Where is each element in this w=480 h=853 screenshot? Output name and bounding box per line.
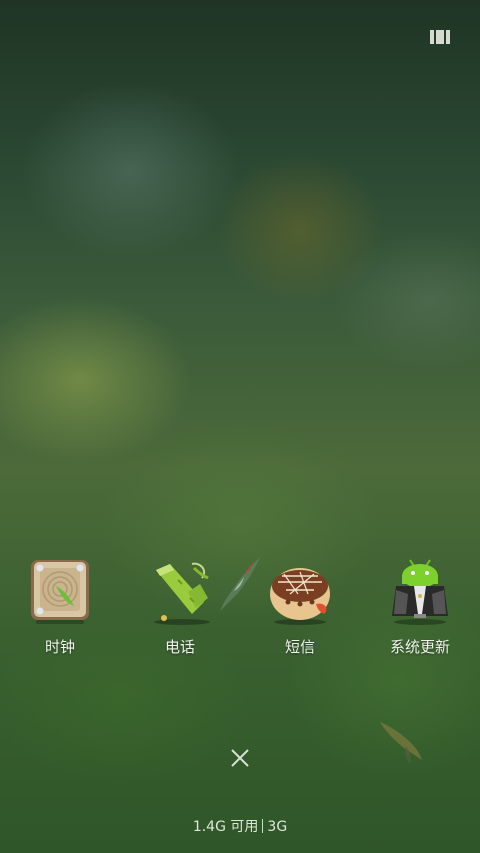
app-label: 短信 (284, 638, 315, 656)
messages-icon (264, 556, 336, 628)
memory-available: 1.4G 可用 (192, 819, 259, 835)
clock-icon (24, 556, 96, 628)
recent-bar (436, 30, 444, 44)
recent-bar (430, 30, 434, 44)
app-system-update[interactable]: 系统更新 (370, 556, 470, 657)
app-label: 电话 (164, 638, 195, 656)
app-clock[interactable]: 时钟 (10, 556, 110, 657)
recent-apps-row: 时钟 电话 短信 系统更新 (0, 556, 480, 666)
app-label: 时钟 (44, 638, 75, 656)
memory-separator (262, 819, 264, 833)
memory-status: 1.4G 可用 3G (0, 816, 480, 836)
app-messages[interactable]: 短信 (250, 556, 350, 657)
app-label: 系统更新 (389, 638, 450, 656)
system-update-icon (384, 556, 456, 628)
close-icon[interactable] (228, 746, 252, 770)
phone-icon (144, 556, 216, 628)
recent-tasks-icon[interactable] (430, 30, 452, 46)
app-phone[interactable]: 电话 (130, 556, 230, 657)
recent-bar (446, 30, 450, 44)
background-mist (20, 80, 240, 260)
memory-total: 3G (267, 819, 288, 835)
koi-fish-decoration (380, 722, 422, 764)
